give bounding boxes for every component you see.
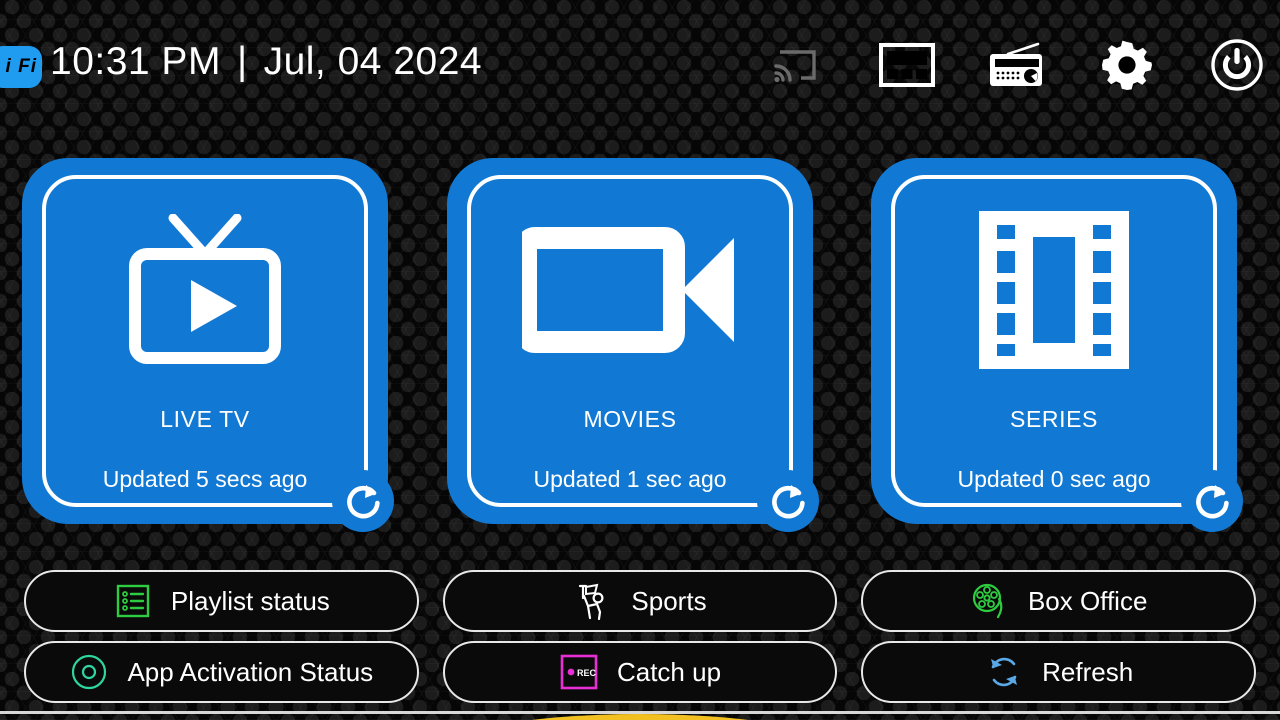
- quick-action-row-1: Playlist status Sports Box Office: [0, 570, 1280, 632]
- refresh-icon[interactable]: [757, 470, 819, 532]
- button-label: Refresh: [1042, 656, 1134, 687]
- checklist-icon: [113, 581, 153, 621]
- button-refresh[interactable]: Refresh: [861, 641, 1257, 703]
- clock-time: 10:31 PM: [50, 40, 221, 83]
- refresh-icon[interactable]: [332, 470, 394, 532]
- power-icon[interactable]: [1208, 34, 1266, 96]
- clock-date: 10:31 PM | Jul, 04 2024: [50, 40, 482, 84]
- tile-series[interactable]: SERIES Updated 0 sec ago: [871, 158, 1243, 532]
- button-label: App Activation Status: [127, 656, 374, 687]
- film-strip-icon: [871, 210, 1237, 370]
- button-label: Catch up: [616, 656, 722, 687]
- tile-movies[interactable]: MOVIES Updated 1 sec ago: [447, 158, 819, 532]
- rec-badge-icon: REC: [559, 652, 599, 692]
- header-icon-group: [768, 34, 1266, 96]
- button-playlist-status[interactable]: Playlist status: [24, 570, 419, 632]
- quick-action-row-2: App Activation Status REC Catch up Refre…: [0, 641, 1280, 703]
- tile-label: MOVIES: [583, 406, 677, 432]
- svg-text:REC: REC: [577, 668, 597, 678]
- top-bar: i Fi 10:31 PM | Jul, 04 2024: [0, 0, 1280, 132]
- tile-live-tv[interactable]: LIVE TV Updated 5 secs ago: [22, 158, 394, 532]
- button-label: Playlist status: [170, 585, 330, 616]
- button-sports[interactable]: Sports: [442, 570, 838, 632]
- clock-separator: |: [236, 40, 248, 83]
- refresh-cycle-icon: [984, 652, 1024, 692]
- wifi-logo-badge: i Fi: [0, 46, 42, 88]
- button-label: Sports: [631, 585, 707, 616]
- video-camera-icon: [447, 210, 813, 370]
- tile-label: LIVE TV: [160, 406, 250, 432]
- button-box-office[interactable]: Box Office: [861, 570, 1257, 632]
- tv-play-icon: [22, 210, 388, 370]
- film-reel-icon: [970, 581, 1010, 621]
- button-catch-up[interactable]: REC Catch up: [442, 641, 838, 703]
- radio-icon[interactable]: [988, 34, 1046, 96]
- quick-action-grid: Playlist status Sports Box Office App Ac…: [0, 570, 1280, 712]
- refresh-icon[interactable]: [1181, 470, 1243, 532]
- button-app-activation-status[interactable]: App Activation Status: [24, 641, 419, 703]
- wifi-logo-text: i Fi: [5, 56, 37, 77]
- tile-label: SERIES: [1010, 406, 1098, 432]
- button-label: Box Office: [1027, 585, 1148, 616]
- cast-icon[interactable]: [768, 34, 826, 96]
- target-circle-icon: [69, 652, 109, 692]
- iptv-home-screen: i Fi 10:31 PM | Jul, 04 2024 LIVE TV Upd…: [0, 0, 1280, 720]
- bottom-accent-shape: [460, 714, 820, 720]
- athlete-flag-icon: [573, 581, 613, 621]
- gear-icon[interactable]: [1098, 34, 1156, 96]
- main-tile-row: LIVE TV Updated 5 secs ago MOVIES Update…: [0, 158, 1280, 534]
- clock-date-text: Jul, 04 2024: [263, 40, 483, 83]
- layout-icon[interactable]: [878, 34, 936, 96]
